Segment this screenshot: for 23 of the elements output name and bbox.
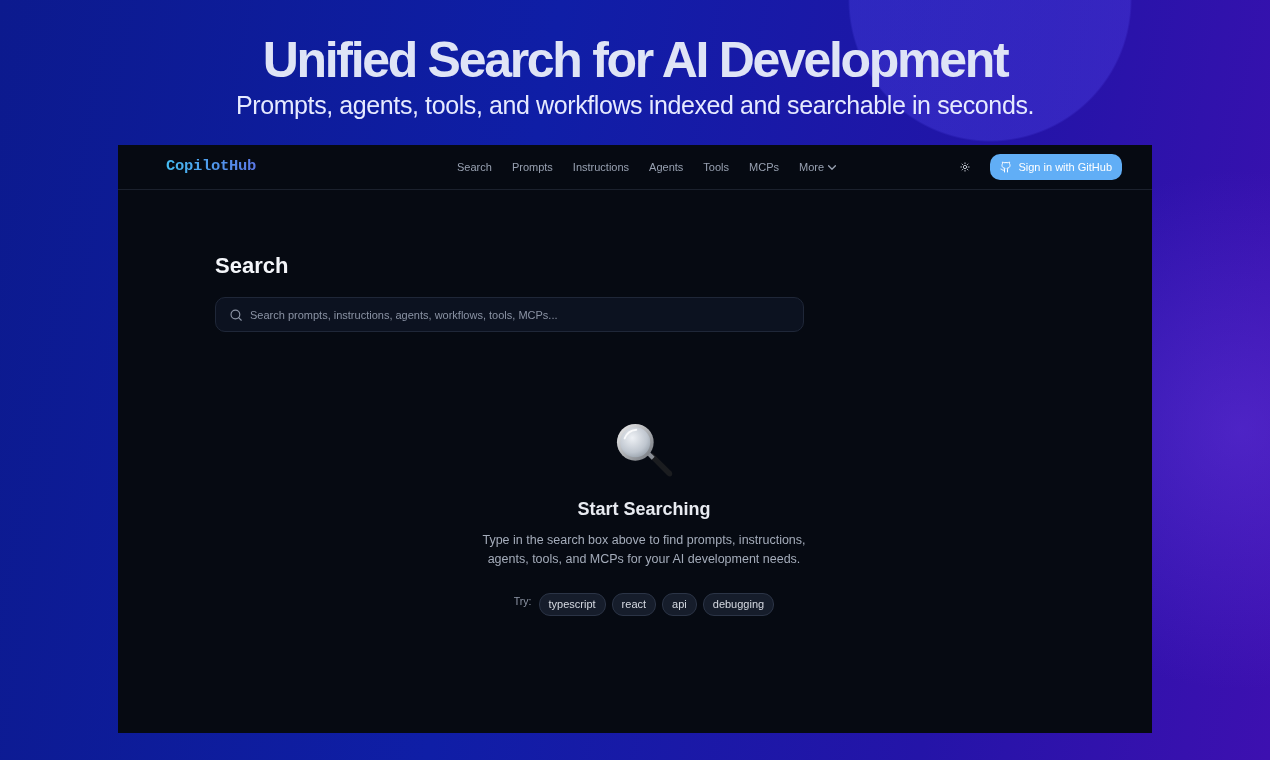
nav-link[interactable]: Search — [457, 158, 492, 176]
nav-link[interactable]: Prompts — [511, 158, 553, 176]
nav-link[interactable]: Agents — [649, 158, 684, 176]
suggestion-chip[interactable]: react — [611, 593, 657, 616]
suggestion-chip[interactable]: debugging — [702, 593, 775, 616]
page-heading: Search — [215, 252, 289, 279]
github-logo-icon — [1000, 161, 1013, 173]
nav-link[interactable]: MCPs — [749, 158, 779, 176]
empty-state-title: Start Searching — [577, 498, 711, 520]
hero-subtitle: Prompts, agents, tools, and workflows indexed and searchable in seconds. — [235, 90, 1035, 120]
nav-link[interactable]: Tools — [703, 158, 730, 176]
search-field[interactable]: Search prompts, instructions, agents, workflows, tools, MCPs... — [215, 297, 804, 332]
chevron-down-icon — [828, 164, 837, 170]
sun-icon[interactable] — [960, 162, 971, 172]
nav-link[interactable]: Instructions — [572, 158, 630, 176]
magnifying-glass-icon — [615, 422, 673, 480]
hero-title: Unified Search for AI Development — [262, 34, 1008, 86]
try-label: Try: — [513, 594, 532, 609]
nav-dropdown[interactable]: More — [799, 158, 837, 176]
suggestion-chip[interactable]: api — [662, 593, 697, 616]
search-icon — [229, 307, 243, 322]
empty-state-description: Type in the search box above to find prompts, instructions, agents, tools, and MCPs for your AI development needs. — [481, 532, 807, 568]
suggestion-chip[interactable]: typescript — [538, 593, 606, 616]
